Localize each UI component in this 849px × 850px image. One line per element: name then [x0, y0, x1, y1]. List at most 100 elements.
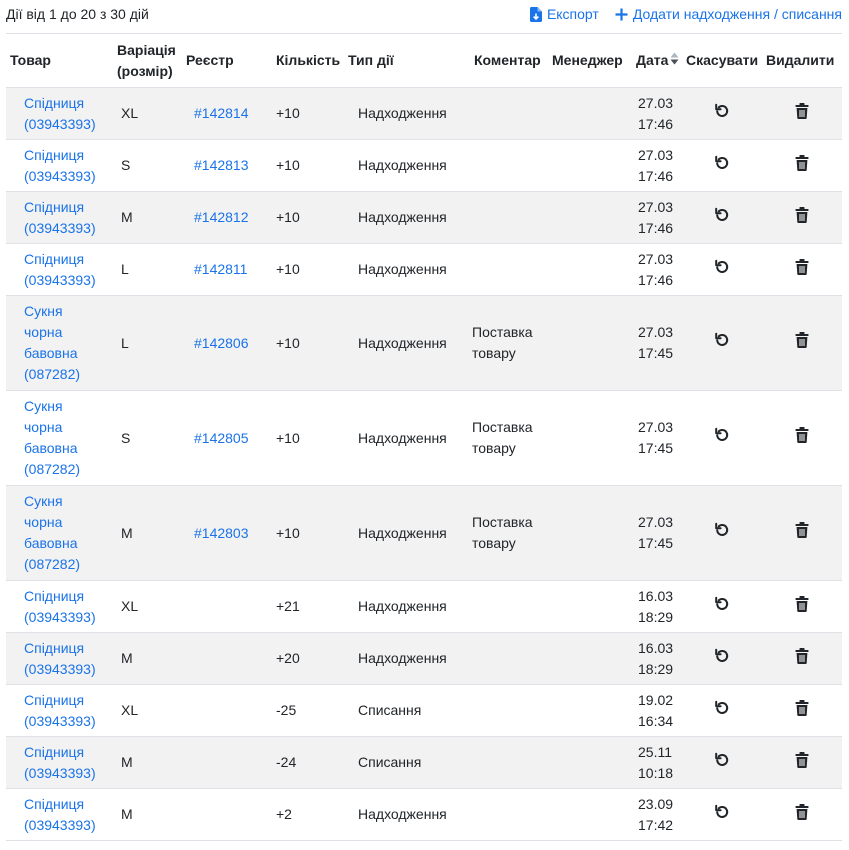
results-summary: Дії від 1 до 20 з 30 дій: [6, 6, 149, 22]
registry-link[interactable]: #142813: [194, 157, 249, 173]
undo-icon[interactable]: [714, 427, 730, 443]
registry-link[interactable]: #142806: [194, 335, 249, 351]
product-link[interactable]: Спідниця (03943393): [24, 638, 113, 680]
header-product[interactable]: Товар: [6, 33, 113, 88]
cell-comment: Поставка товару: [470, 485, 548, 581]
product-link[interactable]: Спідниця (03943393): [24, 249, 113, 291]
product-link[interactable]: Спідниця (03943393): [24, 742, 113, 784]
undo-icon[interactable]: [714, 752, 730, 768]
cell-registry: #142812: [182, 191, 272, 244]
header-delete: Видалити: [762, 33, 842, 88]
product-code: (03943393): [24, 816, 96, 833]
cell-undo: [682, 788, 762, 841]
comment-text: Поставка товару: [472, 514, 533, 551]
product-link[interactable]: Спідниця (03943393): [24, 197, 113, 239]
header-comment[interactable]: Коментар: [470, 33, 548, 88]
trash-icon[interactable]: [795, 522, 809, 538]
date-time: 17:46: [638, 115, 674, 132]
stock-movements-table: Товар Варіація (розмір) Реєстр Кількість…: [6, 33, 842, 841]
cell-undo: [682, 485, 762, 581]
trash-icon[interactable]: [795, 751, 809, 768]
undo-icon[interactable]: [714, 155, 730, 171]
trash-icon[interactable]: [795, 595, 809, 612]
header-registry[interactable]: Реєстр: [182, 33, 272, 88]
trash-icon[interactable]: [795, 102, 809, 119]
cell-quantity: +2: [272, 788, 344, 841]
undo-icon[interactable]: [714, 103, 730, 119]
cell-quantity: +10: [272, 243, 344, 296]
undo-icon[interactable]: [714, 259, 730, 275]
cell-action-type: Надходження: [344, 139, 470, 192]
product-link[interactable]: Спідниця (03943393): [24, 145, 113, 187]
header-variation[interactable]: Варіація (розмір): [113, 33, 182, 88]
product-name: Спідниця: [24, 250, 85, 267]
trash-icon[interactable]: [795, 699, 809, 716]
cell-product: Спідниця (03943393): [6, 736, 113, 789]
product-name: Спідниця: [24, 198, 85, 215]
trash-icon[interactable]: [795, 427, 809, 443]
product-name: Сукня чорна бавовна: [24, 493, 78, 551]
cell-quantity: +10: [272, 87, 344, 140]
cell-quantity: +21: [272, 580, 344, 633]
cell-product: Спідниця (03943393): [6, 632, 113, 685]
undo-icon[interactable]: [714, 700, 730, 716]
registry-link[interactable]: #142805: [194, 430, 249, 446]
undo-icon[interactable]: [714, 804, 730, 820]
trash-icon[interactable]: [795, 332, 809, 348]
product-link[interactable]: Сукня чорна бавовна (087282): [24, 301, 88, 385]
cell-date: 27.03 17:45: [632, 485, 682, 581]
product-link[interactable]: Спідниця (03943393): [24, 93, 113, 135]
trash-icon[interactable]: [795, 647, 809, 664]
cell-variation: XL: [113, 684, 182, 737]
product-link[interactable]: Сукня чорна бавовна (087282): [24, 396, 88, 480]
cell-variation: M: [113, 736, 182, 789]
cell-undo: [682, 243, 762, 296]
undo-icon[interactable]: [714, 207, 730, 223]
trash-icon[interactable]: [795, 803, 809, 820]
date-time: 17:45: [638, 440, 674, 456]
undo-icon[interactable]: [714, 522, 730, 538]
date-time: 17:46: [638, 271, 674, 288]
registry-link[interactable]: #142803: [194, 525, 249, 541]
cell-product: Сукня чорна бавовна (087282): [6, 390, 113, 486]
product-code: (03943393): [24, 271, 96, 288]
registry-link[interactable]: #142812: [194, 209, 249, 225]
cell-manager: [548, 632, 632, 685]
trash-icon[interactable]: [795, 258, 809, 275]
sort-icon[interactable]: [670, 50, 679, 71]
cell-registry: #142813: [182, 139, 272, 192]
cell-delete: [762, 139, 842, 192]
date-day: 27.03: [638, 146, 674, 163]
add-movement-button[interactable]: Додати надходження / списання: [615, 6, 842, 22]
product-code: (03943393): [24, 764, 96, 781]
registry-link[interactable]: #142811: [194, 261, 247, 277]
product-name: Спідниця: [24, 691, 85, 708]
table-row: Спідниця (03943393) M +20 Надходження 16.03 18…: [6, 632, 842, 685]
product-link[interactable]: Спідниця (03943393): [24, 690, 113, 732]
header-quantity[interactable]: Кількість: [272, 33, 344, 88]
cell-comment: Поставка товару: [470, 295, 548, 391]
cell-comment: [470, 191, 548, 244]
export-button[interactable]: Експорт: [529, 6, 599, 22]
trash-icon[interactable]: [795, 206, 809, 223]
date-time: 10:18: [638, 764, 674, 781]
cell-action-type: Надходження: [344, 390, 470, 486]
cell-action-type: Надходження: [344, 580, 470, 633]
cell-manager: [548, 87, 632, 140]
cell-action-type: Надходження: [344, 788, 470, 841]
header-action-type[interactable]: Тип дії: [344, 33, 470, 88]
product-link[interactable]: Сукня чорна бавовна (087282): [24, 491, 88, 575]
cell-variation: M: [113, 788, 182, 841]
undo-icon[interactable]: [714, 596, 730, 612]
cell-manager: [548, 580, 632, 633]
cell-variation: L: [113, 295, 182, 391]
cell-product: Сукня чорна бавовна (087282): [6, 295, 113, 391]
undo-icon[interactable]: [714, 648, 730, 664]
product-link[interactable]: Спідниця (03943393): [24, 794, 113, 836]
registry-link[interactable]: #142814: [194, 105, 249, 121]
header-date[interactable]: Дата: [632, 33, 682, 88]
trash-icon[interactable]: [795, 154, 809, 171]
header-manager[interactable]: Менеджер: [548, 33, 632, 88]
product-link[interactable]: Спідниця (03943393): [24, 586, 113, 628]
undo-icon[interactable]: [714, 332, 730, 348]
